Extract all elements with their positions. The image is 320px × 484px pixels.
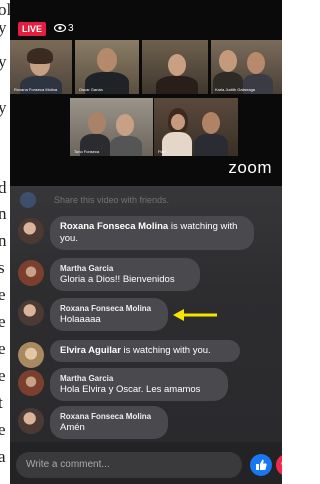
eye-icon — [54, 24, 66, 33]
live-badge: LIVE — [18, 22, 46, 36]
avatar[interactable] — [18, 260, 44, 286]
event-text: is watching with you. — [123, 345, 211, 356]
event-user-name[interactable]: Roxana Fonseca Molina — [60, 221, 168, 232]
event-text: you. — [60, 233, 78, 244]
share-prompt[interactable]: Share this video with friends. — [16, 190, 216, 210]
avatar[interactable] — [18, 370, 44, 396]
viewer-count: 3 — [54, 23, 74, 35]
participant-tile[interactable]: Karla Judith Galarraga — [211, 40, 282, 94]
participant-name: Tono Fonseca — [74, 149, 100, 154]
event-text: is watching with — [170, 221, 238, 232]
comment-bar: Write a comment... — [10, 442, 282, 484]
event-user-name[interactable]: Elvira Aguilar — [60, 345, 121, 356]
comment-input[interactable]: Write a comment... — [16, 452, 242, 478]
background-page-edge — [282, 0, 290, 484]
participant-name: Flori — [158, 149, 166, 154]
share-icon — [20, 192, 36, 208]
zoom-logo: zoom — [228, 158, 272, 177]
comment-text: Hola Elvira y Oscar. Les amamos — [60, 384, 201, 395]
comment-author[interactable]: Roxana Fonseca Molina — [60, 303, 158, 314]
thumbs-up-icon — [256, 459, 267, 470]
avatar[interactable] — [18, 218, 44, 244]
comment-text: Amén — [60, 422, 85, 433]
annotation-arrow-icon — [173, 309, 217, 321]
participant-name: Karla Judith Galarraga — [215, 87, 256, 92]
comment-author[interactable]: Martha Garcia — [60, 373, 218, 384]
background-document-edge: ol y y ydn nse eee tea — [0, 0, 10, 466]
comment-text: Holaaaaa — [60, 314, 101, 325]
participant-tile[interactable] — [142, 40, 208, 94]
comment-text: Gloria a Dios!! Bienvenidos — [60, 274, 175, 285]
participant-name: Oscar Garcia — [79, 87, 103, 92]
comment-author[interactable]: Roxana Fonseca Molina — [60, 411, 158, 422]
live-video-player[interactable]: LIVE 3 Roxana Fonseca Molina Oscar Garci… — [10, 0, 282, 186]
phone-screen: LIVE 3 Roxana Fonseca Molina Oscar Garci… — [10, 0, 282, 484]
avatar[interactable] — [18, 408, 44, 434]
like-button[interactable] — [250, 454, 272, 476]
viewer-count-value: 3 — [68, 23, 74, 34]
avatar[interactable] — [18, 342, 44, 368]
participant-tile[interactable]: Tono Fonseca — [70, 98, 153, 156]
comment-author[interactable]: Martha Garcia — [60, 263, 190, 274]
participant-tile[interactable]: Oscar Garcia — [75, 40, 139, 94]
participant-tile-active-speaker[interactable]: Flori — [154, 98, 238, 156]
avatar[interactable] — [18, 300, 44, 326]
participant-tile[interactable]: Roxana Fonseca Molina — [10, 40, 72, 94]
share-prompt-text: Share this video with friends. — [54, 195, 170, 205]
participant-name: Roxana Fonseca Molina — [14, 87, 58, 92]
